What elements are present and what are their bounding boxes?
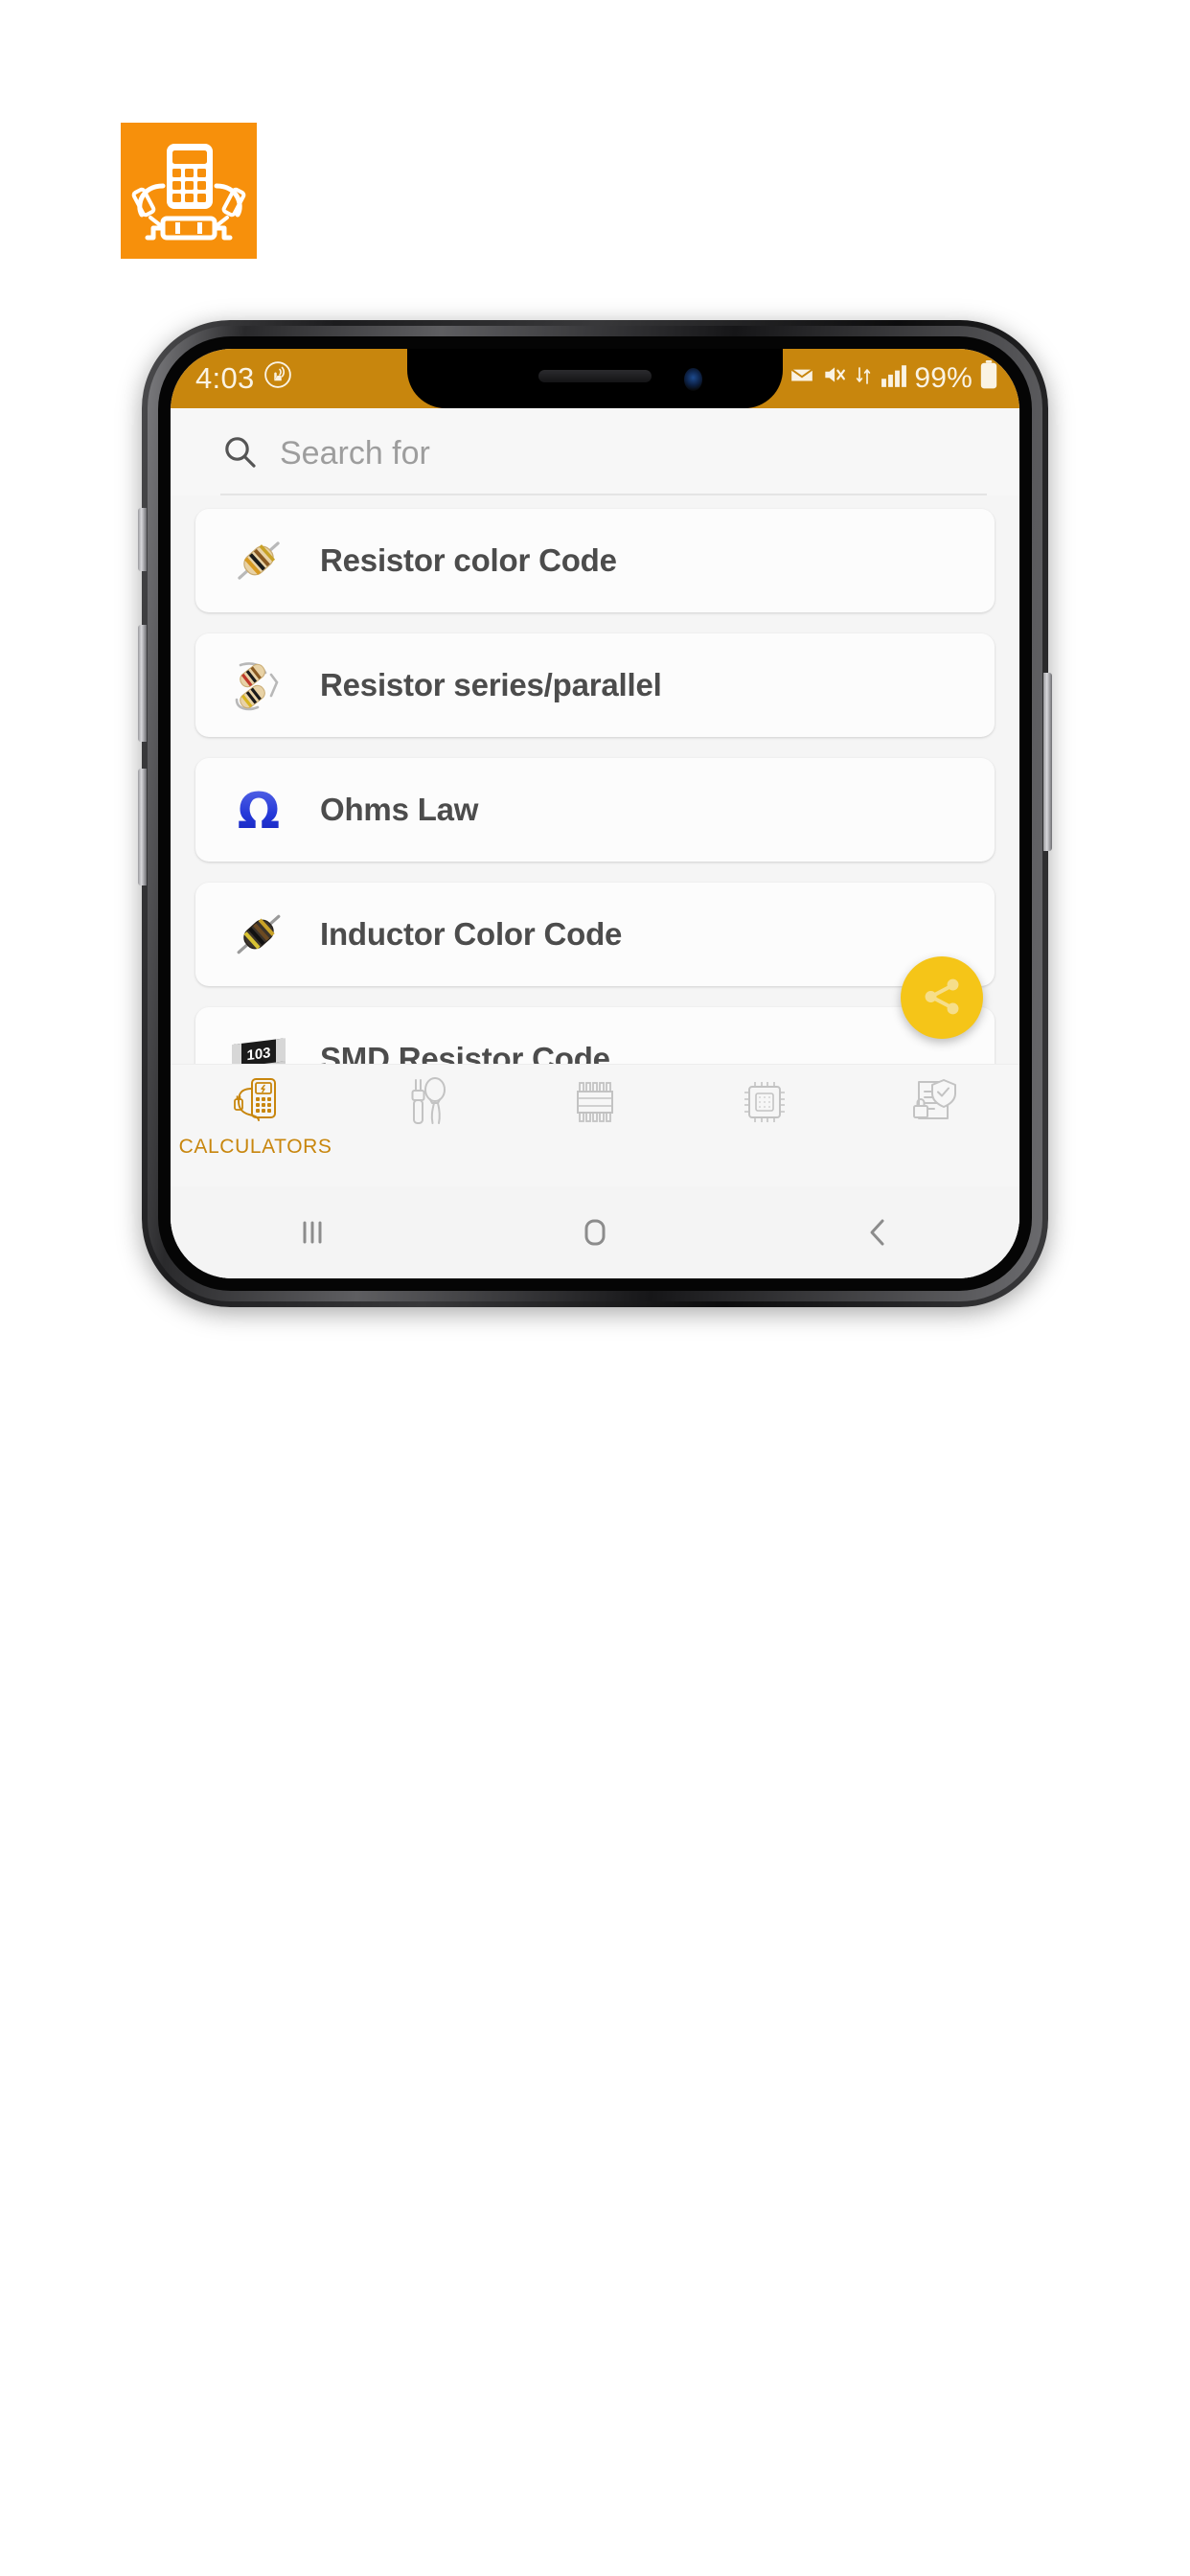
electronics-calculator-app-icon[interactable] xyxy=(121,123,257,259)
list-item[interactable]: Resistor color Code xyxy=(195,509,995,612)
tab-datasheet[interactable] xyxy=(850,1074,1019,1136)
recents-icon xyxy=(290,1210,334,1254)
signal-bars-icon xyxy=(881,363,907,395)
list-item[interactable]: Resistor series/parallel xyxy=(195,633,995,737)
back-button[interactable] xyxy=(806,1199,950,1266)
calculator-list[interactable]: Resistor color Code Resistor series/para… xyxy=(171,495,1019,1064)
phone-device-frame: 4:03 99% Search for Resistor color Code … xyxy=(138,320,1052,1307)
list-item-label: Inductor Color Code xyxy=(320,916,623,952)
resistor-icon xyxy=(222,524,295,597)
power-button[interactable] xyxy=(1043,673,1052,851)
list-item-label: Resistor series/parallel xyxy=(320,667,662,702)
mute-switch[interactable] xyxy=(138,508,147,571)
multimeter-icon xyxy=(230,1074,282,1130)
svg-text:Ω: Ω xyxy=(238,783,280,840)
list-item-label: SMD Resistor Code xyxy=(320,1041,610,1064)
screenshot-root: 4:03 99% Search for Resistor color Code … xyxy=(0,0,1190,2576)
battery-percent-label: 99% xyxy=(914,362,973,394)
mute-icon xyxy=(821,362,846,395)
earpiece-speaker-icon xyxy=(538,370,652,382)
datasheet-icon xyxy=(907,1074,961,1130)
recents-button[interactable] xyxy=(240,1199,384,1266)
tab-label-calculators: CALCULATORS xyxy=(178,1136,332,1158)
search-bar xyxy=(171,408,1019,495)
tab-dip-chip[interactable] xyxy=(510,1074,679,1136)
front-camera-icon xyxy=(684,368,702,391)
device-bezel: 4:03 99% Search for Resistor color Code … xyxy=(158,336,1032,1291)
smd-chip-code: 103 xyxy=(246,1045,270,1064)
resistor-network-icon xyxy=(222,649,295,722)
tab-calculators[interactable]: CALCULATORS xyxy=(171,1074,340,1159)
mail-icon xyxy=(790,362,814,395)
search-icon xyxy=(220,432,259,475)
home-icon xyxy=(573,1210,617,1254)
touch-sound-icon xyxy=(263,360,292,397)
list-item-label: Resistor color Code xyxy=(320,542,617,578)
ohm-symbol-icon: Ω xyxy=(222,773,295,846)
list-item[interactable]: 103 SMD Resistor Code xyxy=(195,1007,995,1064)
share-button[interactable] xyxy=(901,956,983,1039)
phone-screen: 4:03 99% Search for Resistor color Code … xyxy=(171,349,1019,1278)
list-item-label: Ohms Law xyxy=(320,792,479,827)
back-icon xyxy=(856,1210,900,1254)
tools-icon xyxy=(400,1074,451,1130)
status-bar-time: 4:03 xyxy=(195,361,255,395)
device-notch xyxy=(407,349,783,408)
volume-up-button[interactable] xyxy=(138,625,147,742)
dip-chip-icon xyxy=(567,1074,623,1130)
volume-down-button[interactable] xyxy=(138,769,147,886)
microprocessor-icon xyxy=(737,1074,792,1130)
tab-tools[interactable] xyxy=(340,1074,510,1136)
app-content: Resistor color Code xyxy=(171,408,1019,1278)
search-input[interactable] xyxy=(280,429,987,478)
bottom-tab-bar[interactable]: CALCULATORS xyxy=(171,1064,1019,1186)
data-transfer-icon xyxy=(853,363,874,395)
android-navigation-bar[interactable] xyxy=(171,1186,1019,1278)
home-button[interactable] xyxy=(523,1199,667,1266)
battery-icon xyxy=(979,360,998,397)
list-item[interactable]: Inductor Color Code xyxy=(195,883,995,986)
inductor-icon xyxy=(222,898,295,971)
smd-chip-icon: 103 xyxy=(222,1023,295,1064)
share-icon xyxy=(920,975,964,1022)
list-item[interactable]: Ω Ohms Law xyxy=(195,758,995,862)
tab-microprocessor[interactable] xyxy=(680,1074,850,1136)
